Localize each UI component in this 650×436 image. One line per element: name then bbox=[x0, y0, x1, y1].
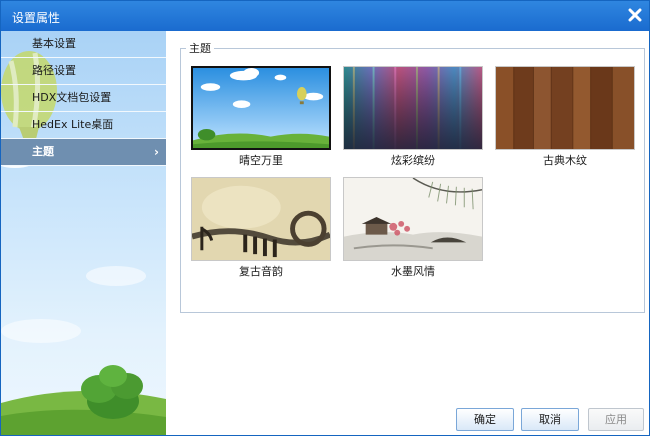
clear-sky-preview bbox=[193, 68, 329, 148]
sidebar-item-label: 主题 bbox=[32, 145, 54, 158]
ok-button[interactable]: 确定 bbox=[456, 408, 514, 431]
sidebar-item-label: 路径设置 bbox=[32, 64, 76, 77]
sidebar-item-label: HedEx Lite桌面 bbox=[32, 118, 114, 131]
theme-thumbnail[interactable] bbox=[495, 66, 635, 150]
title-bar[interactable]: 设置属性 bbox=[1, 1, 649, 31]
sidebar-item-hdx-settings[interactable]: HDX文档包设置 bbox=[1, 85, 166, 112]
sidebar-item-path-settings[interactable]: 路径设置 bbox=[1, 58, 166, 85]
chevron-right-icon: › bbox=[154, 145, 159, 159]
wood-preview bbox=[496, 67, 634, 149]
theme-thumbnail[interactable] bbox=[191, 177, 331, 261]
ink-wash-preview bbox=[344, 178, 482, 260]
close-icon[interactable] bbox=[627, 7, 643, 23]
window-title: 设置属性 bbox=[12, 11, 61, 25]
theme-group-legend: 主题 bbox=[186, 40, 214, 56]
sidebar-item-theme[interactable]: 主题 › bbox=[1, 139, 166, 166]
theme-label: 复古音韵 bbox=[239, 265, 283, 278]
retro-music-preview bbox=[192, 178, 330, 260]
theme-label: 晴空万里 bbox=[239, 154, 283, 167]
sidebar-item-hedex-desktop[interactable]: HedEx Lite桌面 bbox=[1, 112, 166, 139]
settings-dialog: 设置属性 基本设置 路径设置 HDX文档包设置 HedEx Lite桌面 主题 … bbox=[0, 0, 650, 436]
sidebar-item-label: HDX文档包设置 bbox=[32, 91, 112, 104]
theme-thumbnail[interactable] bbox=[343, 66, 483, 150]
sidebar-item-label: 基本设置 bbox=[32, 37, 76, 50]
theme-label: 水墨风情 bbox=[391, 265, 435, 278]
sidebar-item-basic-settings[interactable]: 基本设置 bbox=[1, 31, 166, 58]
theme-thumbnail[interactable] bbox=[191, 66, 331, 150]
colorful-preview bbox=[344, 67, 482, 149]
main-panel: 主题 晴空万里 炫彩缤纷 古典木纹 复古音韵 水墨风情 确定 取消 应用 bbox=[166, 31, 649, 435]
theme-label: 古典木纹 bbox=[543, 154, 587, 167]
theme-thumbnail[interactable] bbox=[343, 177, 483, 261]
cancel-button[interactable]: 取消 bbox=[521, 408, 579, 431]
sidebar-nav: 基本设置 路径设置 HDX文档包设置 HedEx Lite桌面 主题 › bbox=[1, 31, 166, 166]
sidebar: 基本设置 路径设置 HDX文档包设置 HedEx Lite桌面 主题 › bbox=[1, 31, 166, 435]
theme-label: 炫彩缤纷 bbox=[391, 154, 435, 167]
apply-button[interactable]: 应用 bbox=[588, 408, 644, 431]
